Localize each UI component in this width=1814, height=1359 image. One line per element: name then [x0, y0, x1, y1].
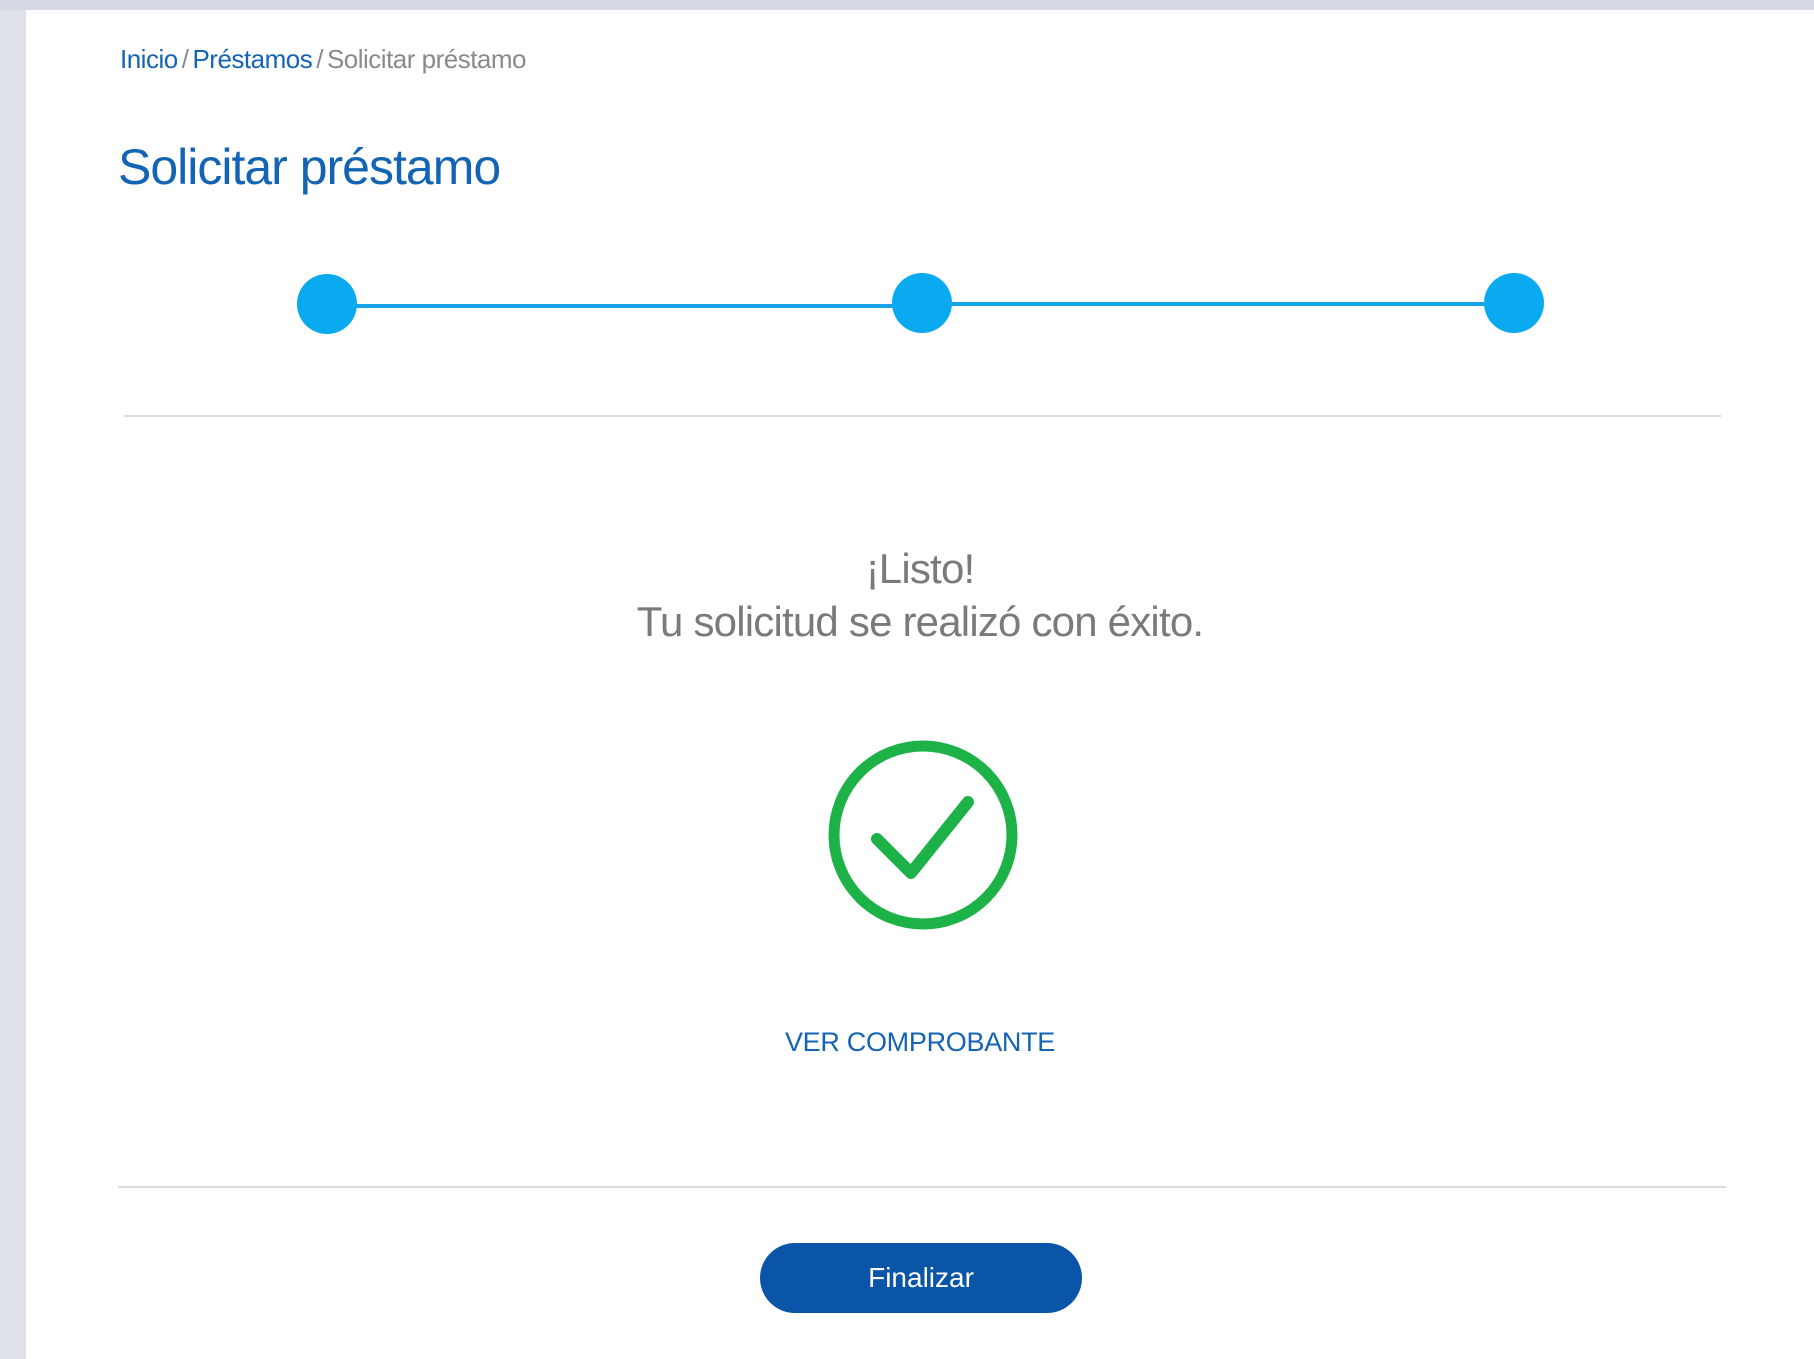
step-connector-2 — [926, 302, 1516, 306]
step-2-indicator — [892, 273, 952, 333]
check-circle-icon — [828, 740, 1018, 930]
progress-stepper — [26, 10, 1814, 350]
main-panel: Inicio / Préstamos / Solicitar préstamo Soli… — [26, 10, 1814, 1359]
step-1-indicator — [297, 274, 357, 334]
success-message: Tu solicitud se realizó con éxito. — [636, 598, 1204, 645]
finish-button[interactable]: Finalizar — [760, 1243, 1082, 1313]
top-divider — [124, 415, 1721, 417]
step-connector-1 — [326, 304, 926, 308]
view-receipt-link[interactable]: VER COMPROBANTE — [26, 1027, 1814, 1058]
success-title: ¡Listo! — [865, 545, 976, 592]
step-3-indicator — [1484, 273, 1544, 333]
bottom-divider — [118, 1186, 1726, 1188]
window-top-strip — [0, 0, 1814, 10]
